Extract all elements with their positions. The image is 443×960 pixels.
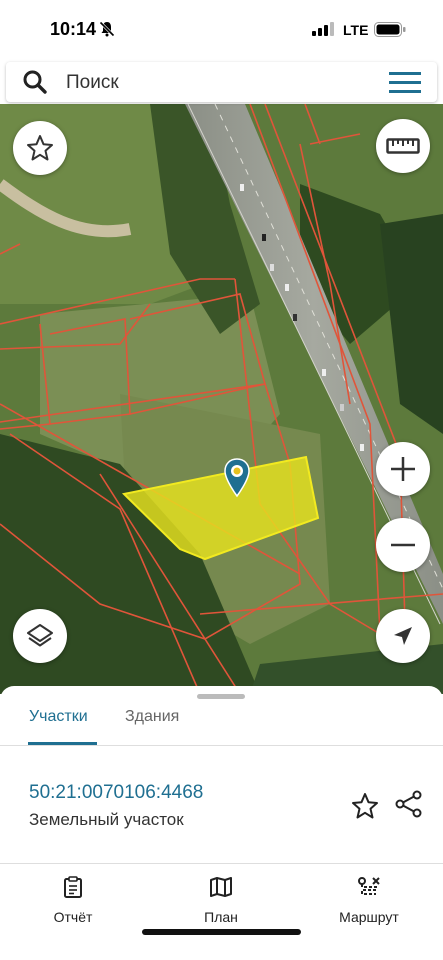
tab-buildings[interactable]: Здания (125, 708, 179, 726)
nav-report[interactable]: Отчёт (18, 876, 128, 925)
nav-report-label: Отчёт (53, 909, 93, 925)
nav-route-label: Маршрут (339, 909, 399, 925)
star-icon (350, 793, 380, 825)
map-view[interactable] (0, 104, 443, 694)
network-type: LTE (343, 22, 369, 38)
layers-button[interactable] (13, 609, 67, 663)
report-icon (62, 876, 84, 902)
location-pin-icon (224, 458, 250, 498)
bell-muted-icon (98, 20, 116, 43)
layers-icon (25, 621, 55, 651)
navigation-arrow-icon (390, 623, 416, 649)
nav-route[interactable]: Маршрут (314, 876, 424, 925)
map-icon (209, 877, 233, 902)
status-time: 10:14 (50, 19, 97, 39)
share-button[interactable] (395, 790, 423, 823)
divider (0, 863, 443, 864)
divider (0, 745, 443, 746)
search-icon[interactable] (22, 69, 48, 100)
ruler-icon (386, 136, 420, 156)
favorite-parcel-button[interactable] (350, 791, 380, 826)
nav-plan[interactable]: План (166, 876, 276, 925)
home-indicator[interactable] (142, 929, 301, 935)
search-bar[interactable]: Поиск (6, 62, 437, 102)
star-icon (25, 133, 55, 163)
minus-icon (389, 531, 417, 559)
sheet-grabber[interactable] (197, 694, 245, 699)
favorites-button[interactable] (13, 121, 67, 175)
route-icon (357, 877, 381, 902)
nav-plan-label: План (204, 909, 238, 925)
battery-icon (374, 22, 406, 42)
share-icon (395, 790, 423, 822)
cadastral-number-link[interactable]: 50:21:0070106:4468 (29, 782, 203, 804)
ruler-button[interactable] (376, 119, 430, 173)
plus-icon (389, 455, 417, 483)
search-input[interactable]: Поиск (66, 72, 119, 94)
cellular-signal-icon (312, 22, 334, 41)
tab-parcels[interactable]: Участки (29, 708, 88, 726)
my-location-button[interactable] (376, 609, 430, 663)
status-bar: 10:14 LTE (0, 0, 443, 60)
bottom-sheet: Участки Здания 50:21:0070106:4468 Земель… (0, 686, 443, 960)
hamburger-menu-icon[interactable] (389, 70, 421, 99)
parcel-type: Земельный участок (29, 810, 184, 829)
zoom-in-button[interactable] (376, 442, 430, 496)
zoom-out-button[interactable] (376, 518, 430, 572)
